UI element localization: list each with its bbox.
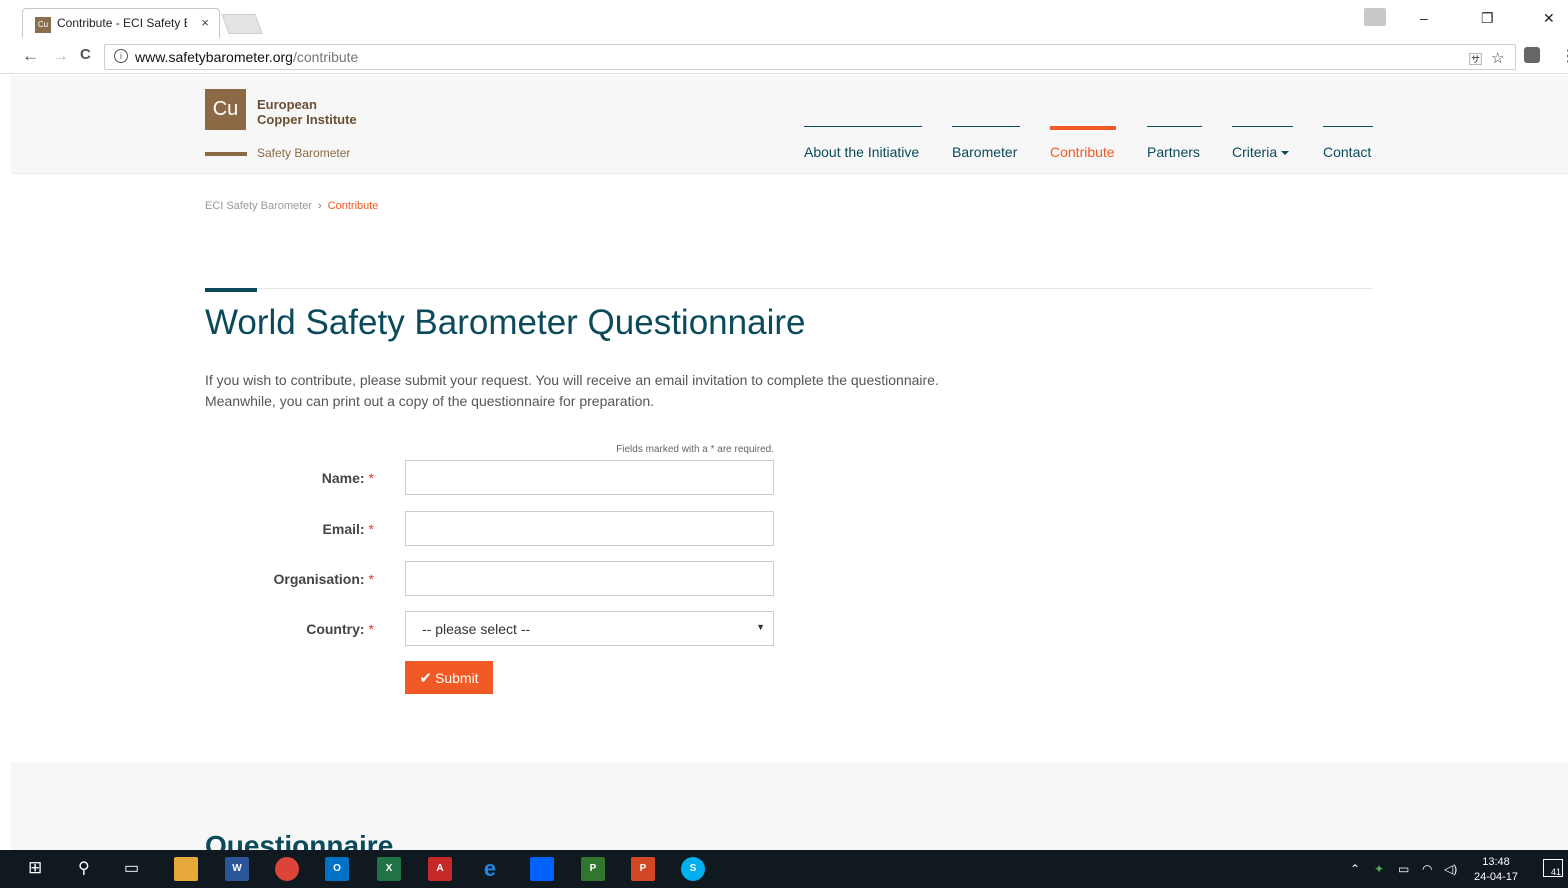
questionnaire-heading: Questionnaire bbox=[205, 830, 394, 850]
country-select-value: -- please select -- bbox=[422, 621, 531, 637]
forward-button[interactable]: → bbox=[52, 46, 69, 66]
title-accent-bar bbox=[205, 288, 257, 292]
nav-about[interactable]: About the Initiative bbox=[804, 126, 922, 174]
nav-contact[interactable]: Contact bbox=[1323, 126, 1373, 174]
notification-center-icon[interactable]: 41 bbox=[1543, 859, 1563, 877]
nav-criteria[interactable]: Criteria bbox=[1232, 126, 1293, 174]
browser-menu-icon[interactable]: ⋮ bbox=[1560, 46, 1568, 66]
dropdown-caret-icon bbox=[1281, 151, 1290, 156]
url-text: www.safetybarometer.org/contribute bbox=[135, 49, 359, 65]
checkmark-icon: ✔ bbox=[419, 669, 432, 687]
chrome-icon[interactable] bbox=[275, 857, 299, 881]
windows-taskbar: ⊞ ⚲ ▭ W O X A e P P S ⌃ ✦ ▭ ◠ ◁) 13:48 2… bbox=[0, 850, 1568, 888]
country-label: Country: * bbox=[306, 621, 374, 637]
close-window-button[interactable]: ✕ bbox=[1543, 10, 1555, 27]
breadcrumb: ECI Safety Barometer › Contribute bbox=[205, 200, 378, 212]
powerpoint-icon[interactable]: P bbox=[631, 857, 655, 881]
outlook-icon[interactable]: O bbox=[325, 857, 349, 881]
breadcrumb-current: Contribute bbox=[327, 200, 379, 212]
organisation-label: Organisation: * bbox=[273, 571, 374, 587]
file-explorer-icon[interactable] bbox=[174, 857, 198, 881]
system-clock[interactable]: 13:48 24-04-17 bbox=[1474, 855, 1518, 885]
logo-subtitle: Safety Barometer bbox=[257, 146, 351, 160]
dropdown-arrow-icon: ▼ bbox=[756, 622, 765, 632]
bookmark-star-icon[interactable]: ☆ bbox=[1491, 49, 1504, 67]
site-header: Cu European Copper Institute Safety Baro… bbox=[11, 75, 1568, 174]
translate-icon[interactable]: 🈂 bbox=[1469, 49, 1482, 68]
address-bar[interactable]: i www.safetybarometer.org/contribute 🈂 ☆ bbox=[104, 44, 1516, 70]
new-tab-button[interactable] bbox=[221, 14, 263, 34]
dropbox-icon[interactable] bbox=[530, 857, 554, 881]
submit-button[interactable]: ✔ Submit bbox=[405, 661, 493, 694]
required-fields-note: Fields marked with a * are required. bbox=[616, 444, 774, 455]
extension-icon[interactable] bbox=[1524, 47, 1540, 63]
project-icon[interactable]: P bbox=[581, 857, 605, 881]
email-label: Email: * bbox=[322, 521, 374, 537]
task-view-icon[interactable]: ▭ bbox=[124, 858, 139, 878]
nav-contribute[interactable]: Contribute bbox=[1050, 126, 1116, 174]
profile-icon[interactable] bbox=[1364, 8, 1386, 26]
wifi-icon[interactable]: ◠ bbox=[1422, 862, 1432, 876]
minimize-button[interactable]: – bbox=[1420, 10, 1428, 26]
battery-icon[interactable]: ▭ bbox=[1398, 862, 1409, 876]
site-favicon-icon: Cu bbox=[35, 17, 51, 33]
intro-text: If you wish to contribute, please submit… bbox=[205, 372, 939, 409]
reload-button[interactable]: C bbox=[80, 46, 91, 63]
volume-icon[interactable]: ◁) bbox=[1444, 862, 1457, 876]
page-title: World Safety Barometer Questionnaire bbox=[205, 303, 806, 342]
logo-text[interactable]: European Copper Institute bbox=[257, 97, 357, 127]
restore-button[interactable]: ❐ bbox=[1481, 10, 1494, 27]
browser-tab-bar: Cu Contribute - ECI Safety B × – ❐ ✕ bbox=[0, 0, 1568, 40]
email-field[interactable] bbox=[405, 511, 774, 546]
title-divider bbox=[205, 288, 1373, 289]
breadcrumb-home[interactable]: ECI Safety Barometer bbox=[205, 200, 312, 212]
windows-start-icon[interactable]: ⊞ bbox=[28, 858, 42, 878]
tray-expand-icon[interactable]: ⌃ bbox=[1350, 862, 1360, 876]
name-field[interactable] bbox=[405, 460, 774, 495]
organisation-field[interactable] bbox=[405, 561, 774, 596]
excel-icon[interactable]: X bbox=[377, 857, 401, 881]
skype-icon[interactable]: S bbox=[681, 857, 705, 881]
back-button[interactable]: ← bbox=[22, 46, 39, 66]
info-icon[interactable]: i bbox=[114, 49, 128, 63]
browser-tab[interactable]: Cu Contribute - ECI Safety B × bbox=[22, 8, 220, 38]
eci-logo[interactable]: Cu bbox=[205, 89, 246, 130]
breadcrumb-separator: › bbox=[318, 200, 322, 212]
word-icon[interactable]: W bbox=[225, 857, 249, 881]
edge-icon[interactable]: e bbox=[478, 857, 502, 881]
tab-title: Contribute - ECI Safety B bbox=[57, 16, 187, 30]
name-label: Name: * bbox=[321, 470, 374, 486]
nav-barometer[interactable]: Barometer bbox=[952, 126, 1020, 174]
browser-toolbar: ← → C i www.safetybarometer.org/contribu… bbox=[0, 40, 1568, 74]
search-icon[interactable]: ⚲ bbox=[78, 858, 90, 878]
country-select[interactable]: -- please select -- ▼ bbox=[405, 611, 774, 646]
logo-divider bbox=[205, 152, 247, 156]
tab-close-icon[interactable]: × bbox=[201, 15, 209, 30]
web-page: Cu European Copper Institute Safety Baro… bbox=[0, 75, 1568, 850]
dropbox-tray-icon[interactable]: ✦ bbox=[1374, 862, 1384, 876]
nav-partners[interactable]: Partners bbox=[1147, 126, 1202, 174]
acrobat-icon[interactable]: A bbox=[428, 857, 452, 881]
